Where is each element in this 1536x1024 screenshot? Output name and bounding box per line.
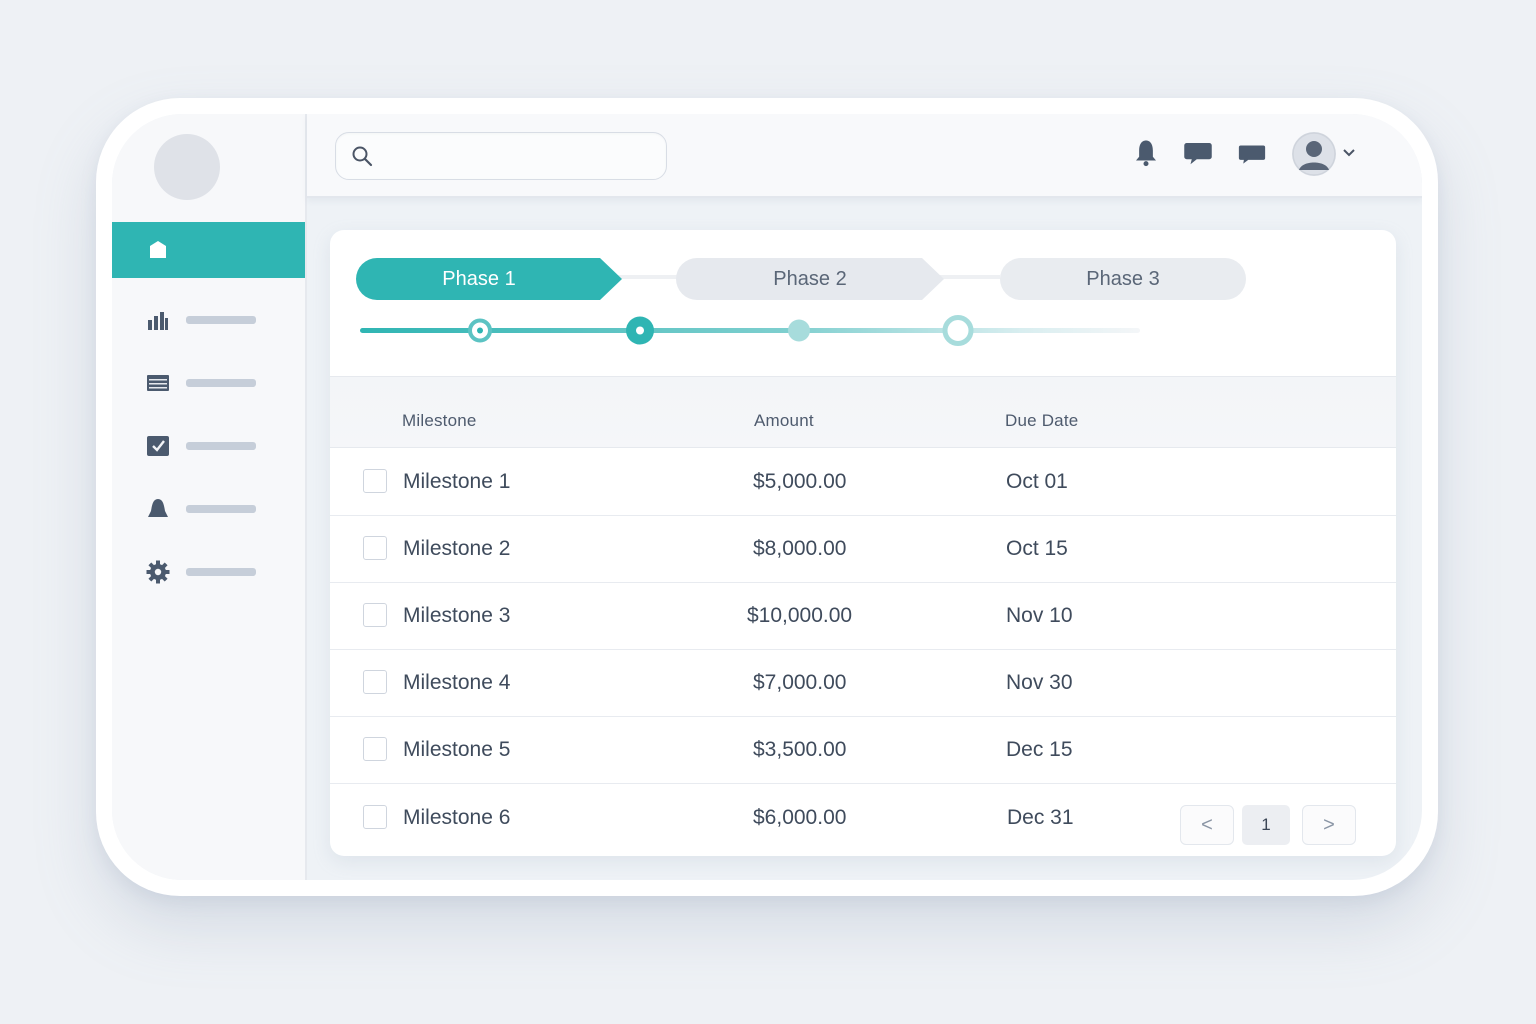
top-bar — [307, 114, 1422, 198]
row-checkbox[interactable] — [363, 737, 387, 761]
milestones-card: Phase 1 Phase 2 Phase 3 Milestone Amount… — [330, 230, 1396, 856]
row-checkbox[interactable] — [363, 670, 387, 694]
column-header-amount[interactable]: Amount — [754, 411, 814, 431]
column-header-milestone[interactable]: Milestone — [402, 411, 477, 431]
sidebar-item-label — [186, 379, 256, 387]
gear-icon — [146, 560, 170, 584]
next-page-button[interactable]: > — [1302, 805, 1356, 845]
chevron-left-icon: < — [1201, 813, 1213, 836]
sidebar-item-label — [186, 568, 256, 576]
message-icon[interactable] — [1237, 138, 1267, 168]
progress-node — [788, 319, 810, 342]
phase-stepper: Phase 1 Phase 2 Phase 3 — [330, 230, 1396, 374]
milestone-due-date: Oct 15 — [1006, 537, 1068, 560]
search-input[interactable] — [382, 141, 656, 171]
sidebar — [112, 114, 307, 880]
milestone-amount: $10,000.00 — [747, 604, 853, 627]
phase-label: Phase 1 — [442, 267, 516, 290]
phase-3-tab[interactable]: Phase 3 — [1000, 258, 1246, 300]
device-frame: Phase 1 Phase 2 Phase 3 Milestone Amount… — [96, 98, 1438, 896]
current-page[interactable]: 1 — [1242, 805, 1290, 845]
chevron-right-icon: > — [1323, 813, 1335, 836]
search-box — [335, 132, 667, 180]
column-header-due-date[interactable]: Due Date — [1005, 411, 1078, 431]
row-checkbox[interactable] — [363, 603, 387, 627]
search-icon — [352, 146, 373, 167]
milestone-amount: $8,000.00 — [753, 537, 847, 560]
milestone-amount: $7,000.00 — [753, 671, 847, 694]
sidebar-item-analytics[interactable] — [112, 300, 305, 340]
milestone-amount: $6,000.00 — [753, 806, 847, 829]
milestone-due-date: Dec 31 — [1007, 806, 1074, 829]
milestone-name: Milestone 6 — [403, 806, 511, 829]
table-header: Milestone Amount Due Date — [330, 376, 1396, 448]
phase-2-tab[interactable]: Phase 2 — [676, 258, 944, 300]
milestone-due-date: Nov 10 — [1006, 604, 1073, 627]
bell-icon — [146, 497, 170, 521]
row-checkbox[interactable] — [363, 469, 387, 493]
milestone-amount: $3,500.00 — [753, 738, 847, 761]
row-checkbox[interactable] — [363, 805, 387, 829]
milestone-name: Milestone 1 — [403, 470, 511, 493]
sidebar-item-label — [186, 505, 256, 513]
milestone-due-date: Nov 30 — [1006, 671, 1073, 694]
list-icon — [146, 371, 170, 395]
table-row[interactable]: Milestone 1 $5,000.00 Oct 01 — [330, 448, 1396, 516]
milestone-due-date: Oct 01 — [1006, 470, 1068, 493]
milestone-name: Milestone 4 — [403, 671, 511, 694]
phase-label: Phase 2 — [773, 267, 847, 290]
checklist-icon — [146, 434, 170, 458]
progress-node — [942, 315, 974, 346]
phase-connectors — [360, 275, 1140, 346]
sidebar-item-label — [186, 316, 256, 324]
sidebar-item-tasks[interactable] — [112, 426, 305, 466]
milestone-amount: $5,000.00 — [753, 470, 847, 493]
notifications-bell-icon[interactable] — [1131, 138, 1161, 168]
milestone-name: Milestone 2 — [403, 537, 511, 560]
milestone-due-date: Dec 15 — [1006, 738, 1073, 761]
prev-page-button[interactable]: < — [1180, 805, 1234, 845]
table-row[interactable]: Milestone 2 $8,000.00 Oct 15 — [330, 515, 1396, 583]
table-row[interactable]: Milestone 6 $6,000.00 Dec 31 — [330, 783, 1396, 850]
sidebar-item-label — [186, 442, 256, 450]
row-checkbox[interactable] — [363, 536, 387, 560]
table-row[interactable]: Milestone 5 $3,500.00 Dec 15 — [330, 716, 1396, 784]
table-row[interactable]: Milestone 4 $7,000.00 Nov 30 — [330, 649, 1396, 717]
chat-icon[interactable] — [1183, 138, 1213, 168]
milestone-name: Milestone 5 — [403, 738, 511, 761]
user-avatar[interactable] — [1292, 132, 1336, 176]
sidebar-item-home[interactable] — [112, 222, 305, 278]
app-screen: Phase 1 Phase 2 Phase 3 Milestone Amount… — [112, 114, 1422, 880]
sidebar-item-list[interactable] — [112, 363, 305, 403]
sidebar-avatar — [154, 134, 220, 200]
home-icon — [150, 241, 166, 258]
sidebar-item-notifications[interactable] — [112, 489, 305, 529]
table-row[interactable]: Milestone 3 $10,000.00 Nov 10 — [330, 582, 1396, 650]
phase-label: Phase 3 — [1086, 267, 1160, 290]
phase-1-tab[interactable]: Phase 1 — [356, 258, 622, 300]
user-icon — [1292, 132, 1336, 176]
milestone-name: Milestone 3 — [403, 604, 511, 627]
sidebar-item-settings[interactable] — [112, 552, 305, 592]
bar-chart-icon — [146, 308, 170, 332]
chevron-down-icon[interactable] — [1341, 145, 1357, 161]
